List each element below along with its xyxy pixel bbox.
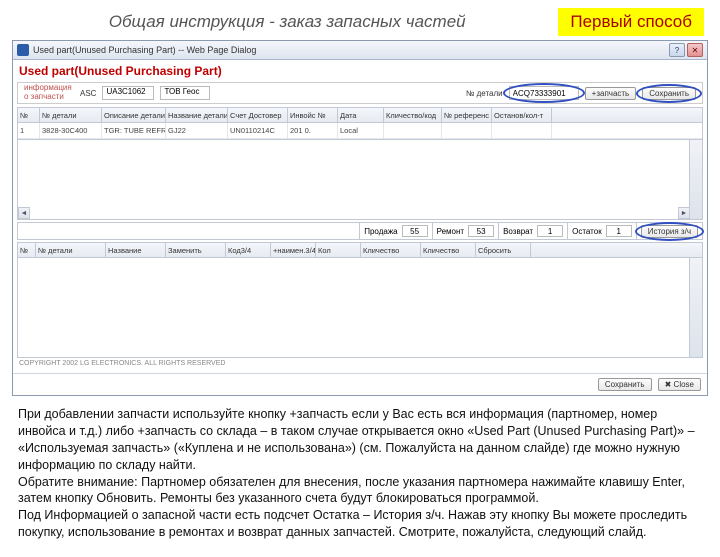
bottom-table-scrollarea[interactable] xyxy=(17,258,703,358)
highlight-history: История з/ч xyxy=(641,225,698,238)
app-icon xyxy=(17,44,29,56)
footer-close-button[interactable]: ✖ Close xyxy=(658,378,701,391)
scroll-left-icon[interactable]: ◄ xyxy=(18,207,30,219)
return-value xyxy=(537,225,563,237)
slide-title: Общая инструкция - заказ запасных частей xyxy=(16,12,558,32)
th: Код3/4 xyxy=(226,243,271,257)
th: Заменить xyxy=(166,243,226,257)
th: Кол xyxy=(316,243,361,257)
scroll-right-icon[interactable]: ► xyxy=(678,207,690,219)
part-number-input[interactable] xyxy=(509,86,579,100)
asc-code: UA3C1062 xyxy=(102,86,154,100)
footer-save-button[interactable]: Сохранить xyxy=(598,378,652,391)
highlight-part-number xyxy=(509,86,579,100)
dialog-window: Used part(Unused Purchasing Part) -- Web… xyxy=(12,40,708,396)
sales-value xyxy=(402,225,428,237)
window-help-button[interactable]: ? xyxy=(669,43,685,57)
remain-value xyxy=(606,225,632,237)
asc-label: ASC xyxy=(80,89,96,98)
remain-label: Остаток xyxy=(572,227,602,236)
window-title: Used part(Unused Purchasing Part) -- Web… xyxy=(33,45,669,55)
window-close-button[interactable]: ✕ xyxy=(687,43,703,57)
add-part-button[interactable]: +запчасть xyxy=(585,87,637,100)
return-label: Возврат xyxy=(503,227,533,236)
repair-value xyxy=(468,225,494,237)
bottom-table-header: № № детали Название Заменить Код3/4 +наи… xyxy=(17,242,703,258)
th: Название детали xyxy=(166,108,228,122)
explanation-text: При добавлении запчасти используйте кноп… xyxy=(0,396,720,557)
top-table-body: 1 3828-30C400 TGR: TUBE REFR GJ22 UN0110… xyxy=(17,123,703,140)
table-row[interactable]: 1 3828-30C400 TGR: TUBE REFR GJ22 UN0110… xyxy=(18,123,702,139)
th: № детали xyxy=(40,108,102,122)
th: Кличество/код xyxy=(384,108,442,122)
th: Кличество xyxy=(361,243,421,257)
top-table-header: № № детали Описание детали Название дета… xyxy=(17,107,703,123)
highlight-save: Сохранить xyxy=(642,87,696,100)
th: № детали xyxy=(36,243,106,257)
th: Кличество xyxy=(421,243,476,257)
th: Инвойс № xyxy=(288,108,338,122)
top-table-scrollarea[interactable]: ◄ ► xyxy=(17,140,703,220)
th: Останов/кол-т xyxy=(492,108,552,122)
th: № xyxy=(18,243,36,257)
part-info-label: информация о запчасти xyxy=(24,84,74,102)
th: +наимен.3/4 xyxy=(271,243,316,257)
sales-label: Продажа xyxy=(364,227,397,236)
part-info-bar: информация о запчасти ASC UA3C1062 ТОВ Г… xyxy=(17,82,703,104)
asc-name: ТОВ Геос xyxy=(160,86,210,100)
totals-row: Продажа Ремонт Возврат Остаток История з… xyxy=(17,222,703,240)
th: Счет Достовер xyxy=(228,108,288,122)
history-button[interactable]: История з/ч xyxy=(641,225,698,238)
titlebar: Used part(Unused Purchasing Part) -- Web… xyxy=(13,41,707,60)
page-title: Used part(Unused Purchasing Part) xyxy=(13,60,707,82)
th: № референс xyxy=(442,108,492,122)
th: № xyxy=(18,108,40,122)
method-tag: Первый способ xyxy=(558,8,704,36)
th: Описание детали xyxy=(102,108,166,122)
dialog-footer: Сохранить ✖ Close xyxy=(13,373,707,395)
part-number-label: № детали xyxy=(466,89,503,98)
save-button[interactable]: Сохранить xyxy=(642,87,696,100)
th: Дата xyxy=(338,108,384,122)
th: Название xyxy=(106,243,166,257)
copyright: COPYRIGHT 2002 LG ELECTRONICS. ALL RIGHT… xyxy=(13,358,707,369)
repair-label: Ремонт xyxy=(437,227,464,236)
th: Сбросить xyxy=(476,243,531,257)
